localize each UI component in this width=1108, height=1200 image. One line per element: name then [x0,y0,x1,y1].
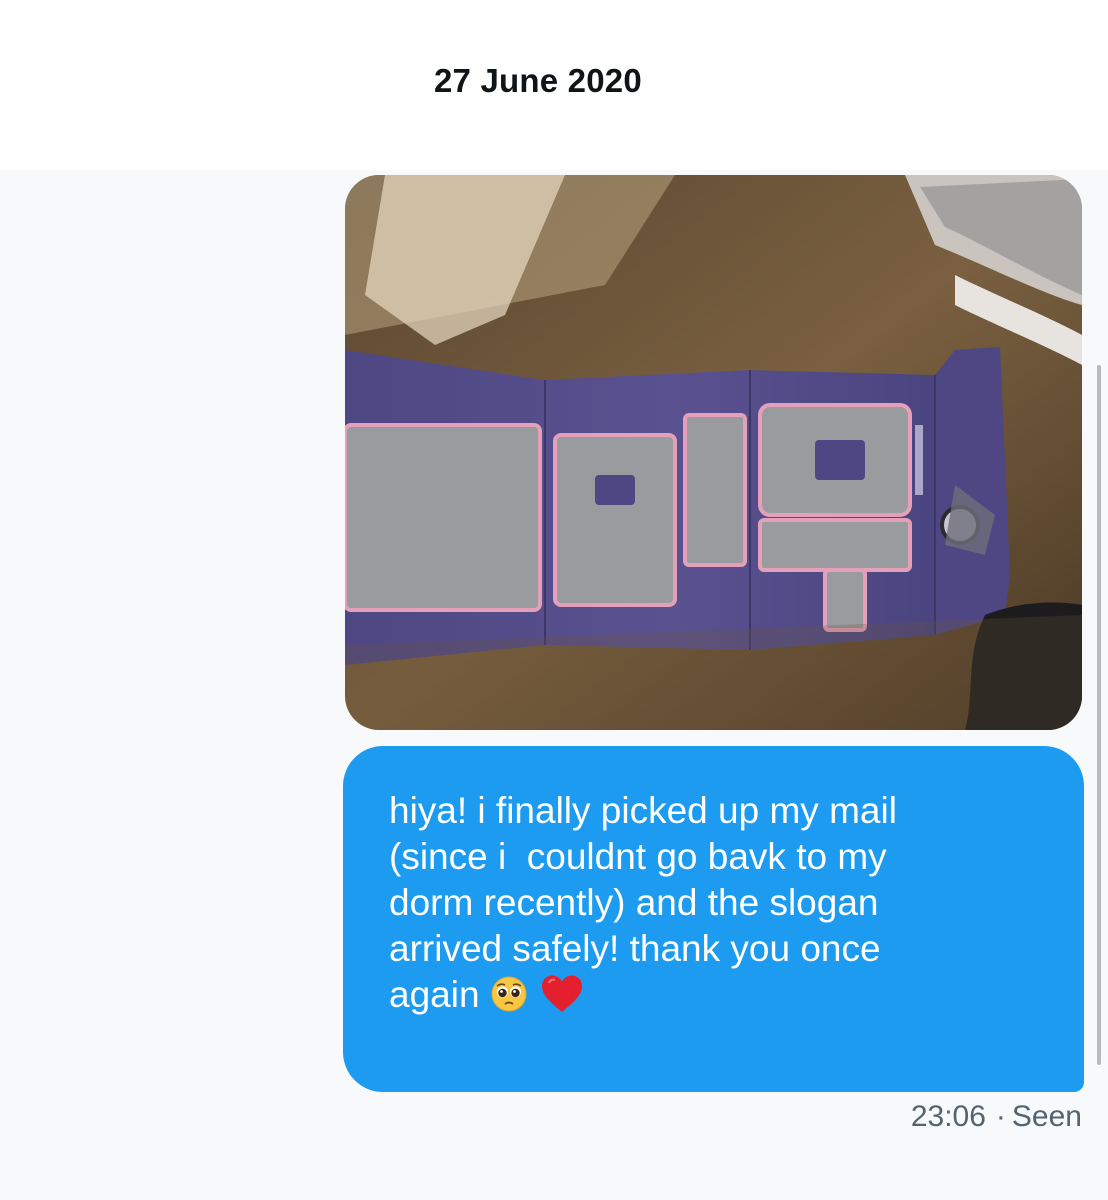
photo-attachment[interactable] [345,175,1082,730]
message-time: 23:06 [910,1100,986,1133]
date-header: 27 June 2020 [0,0,1108,170]
red-heart-emoji [540,974,584,1014]
seen-status: Seen [1011,1100,1082,1133]
message-bubble[interactable]: hiya! i finally picked up my mail (since… [343,746,1084,1092]
scrollbar[interactable] [1097,365,1101,1065]
slogan-photo-image [345,175,1082,730]
date-divider: 27 June 2020 [434,62,642,99]
message-text: hiya! i finally picked up my mail (since… [389,790,897,1015]
meta-separator: · [995,1100,1006,1133]
pleading-face-emoji [490,975,528,1013]
message-meta: 23:06 · Seen [911,1100,1082,1134]
